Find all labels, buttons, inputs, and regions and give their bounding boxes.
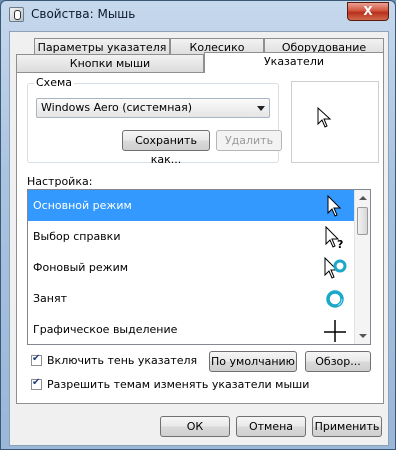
working-in-background-cursor-icon (324, 256, 347, 279)
save-as-button[interactable]: Сохранить как... (122, 130, 210, 166)
list-scrollbar[interactable] (354, 190, 370, 344)
customize-label: Настройка: (27, 175, 93, 188)
scroll-down-icon[interactable] (359, 334, 367, 338)
dialog-client-area: Параметры указателя Колесико Оборудовани… (9, 31, 389, 446)
allow-themes-checkbox[interactable] (31, 377, 42, 390)
help-cursor-icon: ? (325, 225, 343, 250)
cursor-preview (291, 81, 379, 163)
ok-button[interactable]: ОК (160, 416, 230, 437)
cursor-list[interactable]: Основной режим Выбор справки ? Фоновый р… (27, 189, 371, 345)
chevron-down-icon (257, 106, 265, 111)
list-item-label: Графическое выделение (33, 323, 178, 336)
mouse-app-icon (9, 7, 24, 22)
arrow-cursor-icon (317, 106, 332, 128)
list-item-label: Основной режим (33, 199, 132, 212)
title-bar[interactable]: Свойства: Мышь X (1, 1, 395, 29)
apply-button[interactable]: Применить (312, 416, 382, 437)
list-item[interactable]: Фоновый режим (28, 252, 356, 283)
scheme-group: Схема Windows Aero (системная) Сохранить… (27, 76, 282, 166)
mouse-properties-window: Свойства: Мышь X Параметры указателя Кол… (0, 0, 396, 450)
arrow-cursor-icon (327, 194, 342, 217)
list-item-label: Фоновый режим (33, 261, 129, 274)
list-item-label: Занят (33, 292, 68, 305)
scheme-dropdown[interactable]: Windows Aero (системная) (36, 98, 270, 118)
cancel-button[interactable]: Отмена (236, 416, 306, 437)
precision-select-cursor-icon (324, 320, 346, 342)
scroll-up-icon[interactable] (359, 196, 367, 200)
browse-button[interactable]: Обзор... (305, 351, 371, 372)
window-title: Свойства: Мышь (31, 7, 136, 21)
pointer-shadow-label: Включить тень указателя (47, 354, 198, 367)
tab-buttons[interactable]: Кнопки мыши (16, 54, 204, 72)
list-item[interactable]: Основной режим (28, 190, 356, 221)
delete-scheme-button[interactable]: Удалить (216, 130, 282, 151)
allow-themes-label: Разрешить темам изменять указатели мыши (47, 378, 310, 391)
scheme-group-label: Схема (34, 76, 74, 89)
pointers-tab-panel: Схема Windows Aero (системная) Сохранить… (16, 72, 384, 404)
pointer-shadow-checkbox[interactable] (31, 353, 42, 366)
close-button[interactable]: X (347, 2, 389, 21)
scheme-dropdown-value: Windows Aero (системная) (41, 101, 193, 114)
busy-cursor-icon (326, 290, 344, 308)
list-item[interactable]: Занят (28, 283, 356, 314)
list-item[interactable]: Графическое выделение (28, 314, 356, 344)
scrollbar-thumb[interactable] (357, 207, 368, 235)
list-item-label: Выбор справки (33, 230, 121, 243)
svg-text:?: ? (337, 238, 343, 250)
tab-pointers[interactable]: Указатели (204, 52, 384, 73)
list-item[interactable]: Выбор справки ? (28, 221, 356, 252)
use-default-button[interactable]: По умолчанию (209, 351, 297, 372)
